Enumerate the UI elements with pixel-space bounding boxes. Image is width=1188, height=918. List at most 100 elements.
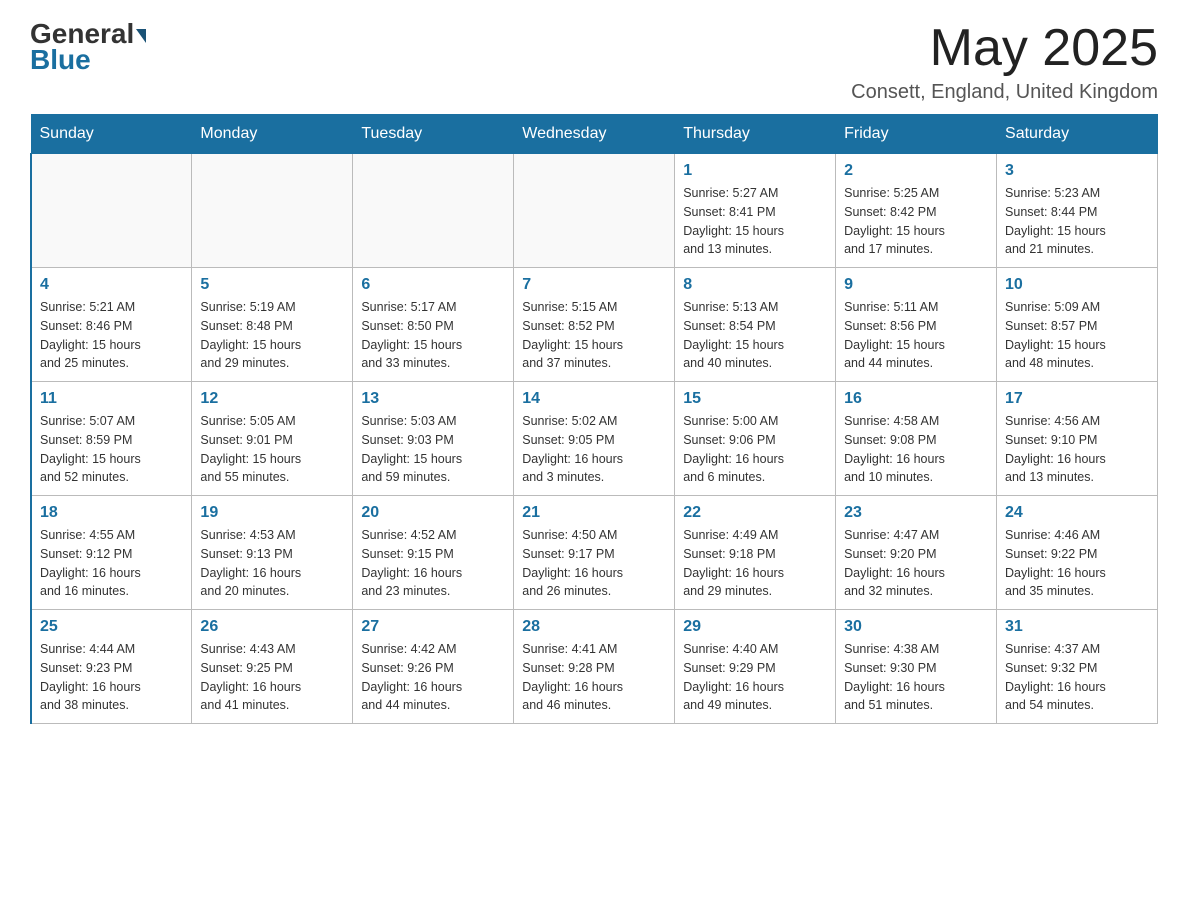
day-number: 7: [522, 276, 666, 294]
day-number: 28: [522, 618, 666, 636]
calendar-day-cell: 12 Sunrise: 5:05 AM Sunset: 9:01 PM Dayli…: [192, 382, 353, 496]
month-year-title: May 2025: [851, 20, 1158, 77]
calendar-day-cell: [31, 154, 192, 268]
day-info: Sunrise: 4:37 AM Sunset: 9:32 PM Dayligh…: [1005, 640, 1149, 715]
day-info: Sunrise: 4:55 AM Sunset: 9:12 PM Dayligh…: [40, 526, 183, 601]
page-header: General Blue May 2025 Consett, England, …: [30, 20, 1158, 104]
calendar-day-cell: [514, 154, 675, 268]
logo-arrow-icon: [136, 29, 146, 43]
day-number: 18: [40, 504, 183, 522]
location-subtitle: Consett, England, United Kingdom: [851, 81, 1158, 104]
day-number: 21: [522, 504, 666, 522]
day-number: 6: [361, 276, 505, 294]
calendar-day-cell: 16 Sunrise: 4:58 AM Sunset: 9:08 PM Dayli…: [836, 382, 997, 496]
calendar-day-cell: 4Sunrise: 5:21 AM Sunset: 8:46 PM Daylig…: [31, 268, 192, 382]
day-info: Sunrise: 5:15 AM Sunset: 8:52 PM Dayligh…: [522, 298, 666, 373]
day-number: 10: [1005, 276, 1149, 294]
day-of-week-header: Saturday: [997, 115, 1158, 154]
day-info: Sunrise: 5:25 AM Sunset: 8:42 PM Dayligh…: [844, 184, 988, 259]
calendar-day-cell: 17Sunrise: 4:56 AM Sunset: 9:10 PM Dayli…: [997, 382, 1158, 496]
day-number: 1: [683, 162, 827, 180]
day-of-week-header: Friday: [836, 115, 997, 154]
calendar-header-row: SundayMondayTuesdayWednesdayThursdayFrid…: [31, 115, 1158, 154]
day-info: Sunrise: 4:42 AM Sunset: 9:26 PM Dayligh…: [361, 640, 505, 715]
day-info: Sunrise: 4:52 AM Sunset: 9:15 PM Dayligh…: [361, 526, 505, 601]
day-info: Sunrise: 4:47 AM Sunset: 9:20 PM Dayligh…: [844, 526, 988, 601]
day-info: Sunrise: 5:21 AM Sunset: 8:46 PM Dayligh…: [40, 298, 183, 373]
calendar-day-cell: 22Sunrise: 4:49 AM Sunset: 9:18 PM Dayli…: [675, 496, 836, 610]
day-number: 31: [1005, 618, 1149, 636]
calendar-day-cell: 29Sunrise: 4:40 AM Sunset: 9:29 PM Dayli…: [675, 610, 836, 724]
calendar-table: SundayMondayTuesdayWednesdayThursdayFrid…: [30, 114, 1158, 724]
day-info: Sunrise: 4:44 AM Sunset: 9:23 PM Dayligh…: [40, 640, 183, 715]
day-info: Sunrise: 5:07 AM Sunset: 8:59 PM Dayligh…: [40, 412, 183, 487]
day-number: 13: [361, 390, 505, 408]
day-number: 30: [844, 618, 988, 636]
day-number: 12: [200, 390, 344, 408]
day-number: 5: [200, 276, 344, 294]
day-number: 14: [522, 390, 666, 408]
day-info: Sunrise: 4:58 AM Sunset: 9:08 PM Dayligh…: [844, 412, 988, 487]
day-info: Sunrise: 5:11 AM Sunset: 8:56 PM Dayligh…: [844, 298, 988, 373]
calendar-day-cell: [192, 154, 353, 268]
day-info: Sunrise: 5:23 AM Sunset: 8:44 PM Dayligh…: [1005, 184, 1149, 259]
calendar-week-row: 4Sunrise: 5:21 AM Sunset: 8:46 PM Daylig…: [31, 268, 1158, 382]
day-number: 3: [1005, 162, 1149, 180]
day-number: 9: [844, 276, 988, 294]
day-number: 17: [1005, 390, 1149, 408]
day-number: 26: [200, 618, 344, 636]
calendar-day-cell: 30Sunrise: 4:38 AM Sunset: 9:30 PM Dayli…: [836, 610, 997, 724]
day-info: Sunrise: 5:05 AM Sunset: 9:01 PM Dayligh…: [200, 412, 344, 487]
calendar-day-cell: 19 Sunrise: 4:53 AM Sunset: 9:13 PM Dayli…: [192, 496, 353, 610]
calendar-day-cell: 25 Sunrise: 4:44 AM Sunset: 9:23 PM Dayli…: [31, 610, 192, 724]
day-info: Sunrise: 5:09 AM Sunset: 8:57 PM Dayligh…: [1005, 298, 1149, 373]
calendar-day-cell: 28 Sunrise: 4:41 AM Sunset: 9:28 PM Dayli…: [514, 610, 675, 724]
day-info: Sunrise: 5:27 AM Sunset: 8:41 PM Dayligh…: [683, 184, 827, 259]
calendar-week-row: 1 Sunrise: 5:27 AM Sunset: 8:41 PM Daylig…: [31, 154, 1158, 268]
day-number: 23: [844, 504, 988, 522]
calendar-day-cell: 14 Sunrise: 5:02 AM Sunset: 9:05 PM Dayli…: [514, 382, 675, 496]
day-number: 25: [40, 618, 183, 636]
day-of-week-header: Tuesday: [353, 115, 514, 154]
calendar-day-cell: 6Sunrise: 5:17 AM Sunset: 8:50 PM Daylig…: [353, 268, 514, 382]
logo: General Blue: [30, 20, 146, 74]
day-number: 19: [200, 504, 344, 522]
day-info: Sunrise: 4:41 AM Sunset: 9:28 PM Dayligh…: [522, 640, 666, 715]
calendar-day-cell: 9 Sunrise: 5:11 AM Sunset: 8:56 PM Daylig…: [836, 268, 997, 382]
day-info: Sunrise: 4:49 AM Sunset: 9:18 PM Dayligh…: [683, 526, 827, 601]
calendar-week-row: 11 Sunrise: 5:07 AM Sunset: 8:59 PM Dayli…: [31, 382, 1158, 496]
calendar-day-cell: 1 Sunrise: 5:27 AM Sunset: 8:41 PM Daylig…: [675, 154, 836, 268]
day-number: 27: [361, 618, 505, 636]
calendar-day-cell: 24Sunrise: 4:46 AM Sunset: 9:22 PM Dayli…: [997, 496, 1158, 610]
calendar-day-cell: 2Sunrise: 5:25 AM Sunset: 8:42 PM Daylig…: [836, 154, 997, 268]
calendar-day-cell: 8 Sunrise: 5:13 AM Sunset: 8:54 PM Daylig…: [675, 268, 836, 382]
calendar-day-cell: 23 Sunrise: 4:47 AM Sunset: 9:20 PM Dayli…: [836, 496, 997, 610]
day-info: Sunrise: 5:13 AM Sunset: 8:54 PM Dayligh…: [683, 298, 827, 373]
day-of-week-header: Sunday: [31, 115, 192, 154]
calendar-week-row: 25 Sunrise: 4:44 AM Sunset: 9:23 PM Dayli…: [31, 610, 1158, 724]
calendar-day-cell: 7 Sunrise: 5:15 AM Sunset: 8:52 PM Daylig…: [514, 268, 675, 382]
calendar-day-cell: 13Sunrise: 5:03 AM Sunset: 9:03 PM Dayli…: [353, 382, 514, 496]
day-number: 15: [683, 390, 827, 408]
day-info: Sunrise: 5:19 AM Sunset: 8:48 PM Dayligh…: [200, 298, 344, 373]
day-info: Sunrise: 4:43 AM Sunset: 9:25 PM Dayligh…: [200, 640, 344, 715]
day-info: Sunrise: 4:50 AM Sunset: 9:17 PM Dayligh…: [522, 526, 666, 601]
day-info: Sunrise: 4:40 AM Sunset: 9:29 PM Dayligh…: [683, 640, 827, 715]
day-number: 16: [844, 390, 988, 408]
calendar-day-cell: 31 Sunrise: 4:37 AM Sunset: 9:32 PM Dayli…: [997, 610, 1158, 724]
day-of-week-header: Wednesday: [514, 115, 675, 154]
day-info: Sunrise: 4:53 AM Sunset: 9:13 PM Dayligh…: [200, 526, 344, 601]
day-of-week-header: Monday: [192, 115, 353, 154]
calendar-day-cell: 20Sunrise: 4:52 AM Sunset: 9:15 PM Dayli…: [353, 496, 514, 610]
day-number: 11: [40, 390, 183, 408]
calendar-day-cell: 10 Sunrise: 5:09 AM Sunset: 8:57 PM Dayli…: [997, 268, 1158, 382]
day-info: Sunrise: 5:02 AM Sunset: 9:05 PM Dayligh…: [522, 412, 666, 487]
calendar-day-cell: 21 Sunrise: 4:50 AM Sunset: 9:17 PM Dayli…: [514, 496, 675, 610]
day-number: 8: [683, 276, 827, 294]
day-info: Sunrise: 5:00 AM Sunset: 9:06 PM Dayligh…: [683, 412, 827, 487]
logo-blue-text: Blue: [30, 46, 91, 74]
calendar-day-cell: 3 Sunrise: 5:23 AM Sunset: 8:44 PM Daylig…: [997, 154, 1158, 268]
calendar-day-cell: [353, 154, 514, 268]
calendar-day-cell: 5 Sunrise: 5:19 AM Sunset: 8:48 PM Daylig…: [192, 268, 353, 382]
calendar-day-cell: 18 Sunrise: 4:55 AM Sunset: 9:12 PM Dayli…: [31, 496, 192, 610]
